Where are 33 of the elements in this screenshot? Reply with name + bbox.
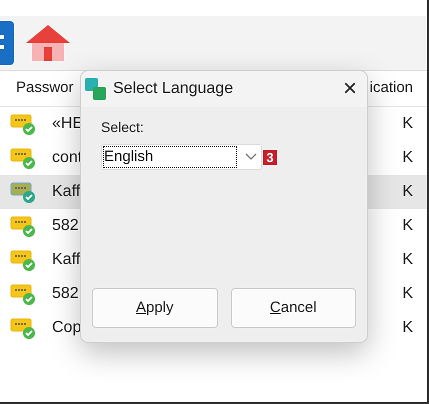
language-dropdown[interactable]: English <box>101 144 262 170</box>
table-cell-text: Kaff <box>52 250 80 270</box>
close-button[interactable]: × <box>342 77 357 101</box>
password-key-icon <box>10 248 37 272</box>
table-cell-text: K <box>402 250 413 270</box>
column-header[interactable]: ication <box>370 77 413 100</box>
table-cell-text: K <box>402 114 413 134</box>
dialog-title: Select Language <box>113 79 234 99</box>
dropdown-value: English <box>103 146 237 168</box>
password-key-icon <box>10 282 37 306</box>
select-label: Select: <box>101 118 145 137</box>
table-cell-text: K <box>402 284 413 304</box>
table-cell-text: 582 <box>52 284 79 304</box>
dialog-button[interactable]: Cancel <box>230 288 356 328</box>
table-cell-text: K <box>402 182 413 202</box>
table-cell-text: K <box>402 318 413 338</box>
password-key-icon <box>10 112 37 136</box>
password-key-icon <box>10 180 37 204</box>
home-icon[interactable] <box>26 25 70 61</box>
language-icon <box>85 78 107 100</box>
chevron-down-icon <box>245 153 257 161</box>
table-cell-text: K <box>402 216 413 236</box>
password-key-icon <box>10 146 37 170</box>
table-cell-text: 582 <box>52 216 79 236</box>
table-cell-text: Kaff <box>52 182 80 202</box>
table-cell-text: K <box>402 148 413 168</box>
table-cell-text: Cop <box>52 318 82 338</box>
dialog-button[interactable]: Apply <box>92 288 218 328</box>
toolbar-icon[interactable] <box>0 21 14 65</box>
number-badge: 3 <box>263 150 277 164</box>
password-key-icon <box>10 316 37 340</box>
column-header[interactable]: Passwor <box>16 77 74 100</box>
password-key-icon <box>10 214 37 238</box>
